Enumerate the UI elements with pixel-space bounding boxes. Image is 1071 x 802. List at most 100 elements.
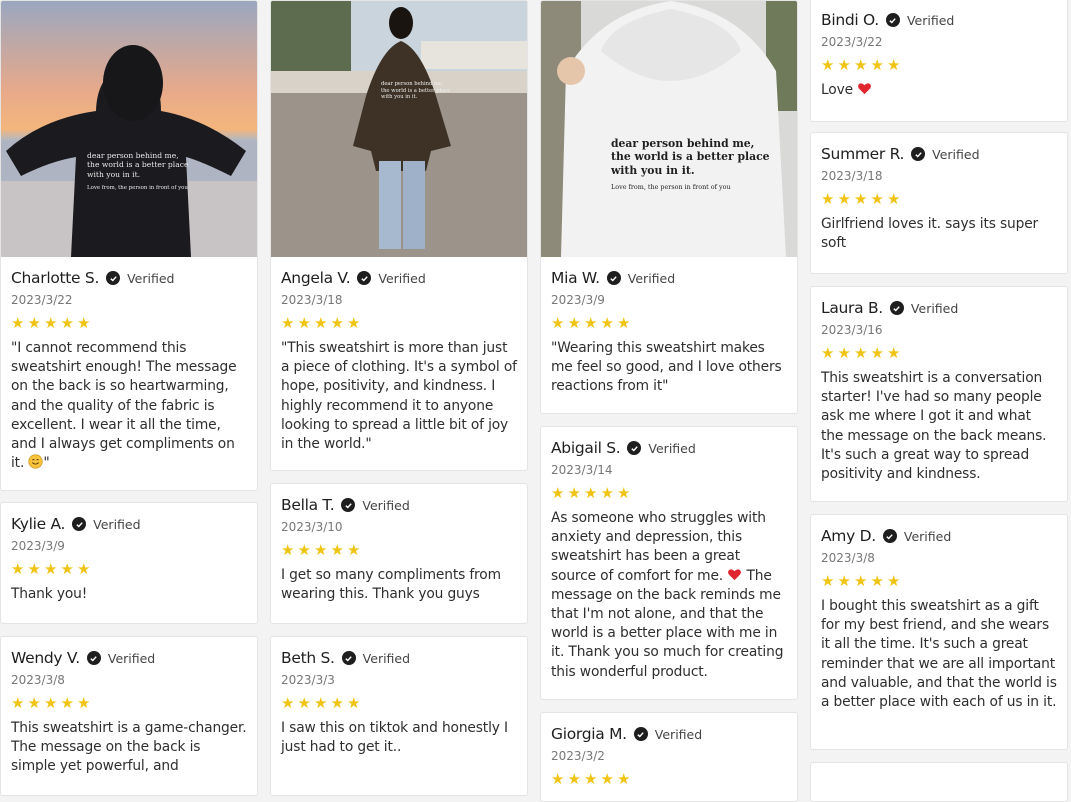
verified-check-icon — [885, 13, 900, 27]
heart-emoji-icon — [858, 83, 872, 95]
reviewer-name: Giorgia M. — [551, 725, 627, 743]
review-text: As someone who struggles with anxiety an… — [551, 510, 784, 680]
reviewer-name: Laura B. — [821, 299, 883, 317]
review-text: Girlfriend loves it. says its super soft — [821, 216, 1039, 252]
verified-label: Verified — [910, 300, 959, 316]
review-text: Love — [821, 81, 1057, 100]
verified-check-icon — [357, 271, 372, 285]
verified-label: Verified — [654, 726, 703, 742]
review-date: 2023/3/22 — [11, 293, 73, 307]
star-rating: ★ ★ ★ ★ ★ — [281, 694, 361, 712]
reviewer-name: Abigail S. — [551, 439, 621, 457]
verified-check-icon — [889, 301, 904, 315]
review-photo[interactable]: dear person behind me, the world is a bet… — [271, 1, 527, 257]
review-photo-street — [271, 1, 527, 257]
review-date: 2023/3/2 — [551, 749, 605, 763]
verified-label: Verified — [906, 12, 955, 28]
review-text: "Wearing this sweatshirt makes me feel s… — [551, 340, 782, 395]
review-text: Thank you! — [11, 586, 88, 602]
review-date: 2023/3/10 — [281, 520, 343, 534]
review-photo-white-hoodie — [541, 1, 797, 257]
review-card[interactable]: Giorgia M. Verified 2023/3/2 ★ ★ ★ ★ ★ — [540, 712, 798, 802]
verified-check-icon — [882, 529, 897, 543]
reviewer-name: Bella T. — [281, 496, 335, 514]
verified-label: Verified — [903, 528, 952, 544]
verified-label: Verified — [932, 146, 980, 162]
review-card[interactable]: Amy D. Verified 2023/3/8 ★ ★ ★ ★ ★ I bought … — [810, 514, 1068, 750]
verified-label: Verified — [648, 440, 696, 456]
verified-check-icon — [341, 651, 356, 665]
star-rating: ★ ★ ★ ★ ★ — [821, 572, 901, 590]
review-text: I bought this sweatshirt as a gift for m… — [821, 598, 1057, 711]
review-card[interactable]: Kylie A. Verified 2023/3/9 ★ ★ ★ ★ ★ Thank y… — [0, 502, 258, 624]
star-rating: ★ ★ ★ ★ ★ — [281, 541, 361, 559]
verified-label: Verified — [127, 270, 175, 286]
review-text: I saw this on tiktok and honestly I just… — [281, 720, 508, 756]
heart-emoji-icon — [728, 568, 742, 580]
star-rating: ★ ★ ★ ★ ★ — [821, 56, 901, 74]
verified-check-icon — [86, 651, 101, 665]
reviewer-name: Kylie A. — [11, 515, 66, 533]
review-card[interactable]: Abigail S. Verified 2023/3/14 ★ ★ ★ ★ ★ As s… — [540, 426, 798, 700]
reviewer-name: Amy D. — [821, 527, 876, 545]
hoodie-print: dear person behind me, the world is a bet… — [381, 81, 451, 100]
review-date: 2023/3/16 — [821, 323, 883, 337]
verified-label: Verified — [107, 650, 156, 666]
review-photo[interactable]: dear person behind me, the world is a bet… — [1, 1, 257, 257]
review-card[interactable]: Wendy V. Verified 2023/3/8 ★ ★ ★ ★ ★ This sw… — [0, 636, 258, 796]
reviewer-name: Charlotte S. — [11, 269, 100, 287]
review-card[interactable] — [810, 762, 1068, 802]
verified-label: Verified — [378, 270, 426, 286]
verified-label: Verified — [93, 516, 141, 532]
review-photo[interactable]: dear person behind me, the world is a bet… — [541, 1, 797, 257]
verified-check-icon — [341, 498, 356, 512]
verified-check-icon — [627, 441, 642, 455]
review-date: 2023/3/9 — [551, 293, 605, 307]
verified-check-icon — [106, 271, 121, 285]
verified-label: Verified — [362, 650, 411, 666]
review-date: 2023/3/18 — [821, 169, 883, 183]
review-card[interactable]: dear person behind me, the world is a bet… — [270, 0, 528, 471]
review-date: 2023/3/8 — [11, 673, 65, 687]
verified-check-icon — [633, 727, 648, 741]
verified-check-icon — [606, 271, 621, 285]
review-date: 2023/3/22 — [821, 35, 883, 49]
verified-check-icon — [911, 147, 926, 161]
review-card[interactable]: dear person behind me, the world is a bet… — [540, 0, 798, 414]
verified-check-icon — [72, 517, 87, 531]
star-rating: ★ ★ ★ ★ ★ — [821, 190, 901, 208]
star-rating: ★ ★ ★ ★ ★ — [821, 344, 901, 362]
reviewer-name: Bindi O. — [821, 11, 879, 29]
review-card[interactable]: Summer R. Verified 2023/3/18 ★ ★ ★ ★ ★ Girlf… — [810, 132, 1068, 274]
review-date: 2023/3/3 — [281, 673, 335, 687]
review-date: 2023/3/8 — [821, 551, 875, 565]
review-text: I get so many compliments from wearing t… — [281, 567, 501, 603]
reviewer-name: Angela V. — [281, 269, 351, 287]
star-rating: ★ ★ ★ ★ ★ — [11, 694, 91, 712]
hoodie-print: dear person behind me, the world is a bet… — [611, 137, 770, 192]
star-rating: ★ ★ ★ ★ ★ — [551, 484, 631, 502]
review-text: This sweatshirt is a game-changer. The m… — [11, 720, 247, 775]
star-rating: ★ ★ ★ ★ ★ — [11, 560, 91, 578]
verified-label: Verified — [627, 270, 676, 286]
hoodie-print: dear person behind me, the world is a bet… — [87, 151, 189, 192]
review-text: "I cannot recommend this sweatshirt enou… — [11, 340, 237, 472]
reviewer-name: Beth S. — [281, 649, 335, 667]
review-date: 2023/3/9 — [11, 539, 65, 553]
reviewer-name: Summer R. — [821, 145, 905, 163]
review-text: This sweatshirt is a conversation starte… — [821, 370, 1047, 483]
review-date: 2023/3/18 — [281, 293, 343, 307]
star-rating: ★ ★ ★ ★ ★ — [551, 770, 631, 788]
review-text: "This sweatshirt is more than just a pie… — [281, 340, 517, 453]
reviewer-name: Wendy V. — [11, 649, 80, 667]
review-photo-sunset — [1, 1, 257, 257]
review-date: 2023/3/14 — [551, 463, 613, 477]
review-card[interactable]: Laura B. Verified 2023/3/16 ★ ★ ★ ★ ★ This s… — [810, 286, 1068, 502]
review-card[interactable]: Beth S. Verified 2023/3/3 ★ ★ ★ ★ ★ I saw th… — [270, 636, 528, 796]
review-card[interactable]: Bindi O. Verified 2023/3/22 ★ ★ ★ ★ ★ Love — [810, 0, 1068, 122]
review-card[interactable]: Bella T. Verified 2023/3/10 ★ ★ ★ ★ ★ I get … — [270, 483, 528, 624]
smile-emoji-icon — [28, 454, 44, 469]
review-card[interactable]: dear person behind me, the world is a bet… — [0, 0, 258, 491]
reviewer-name: Mia W. — [551, 269, 600, 287]
star-rating: ★ ★ ★ ★ ★ — [11, 314, 91, 332]
